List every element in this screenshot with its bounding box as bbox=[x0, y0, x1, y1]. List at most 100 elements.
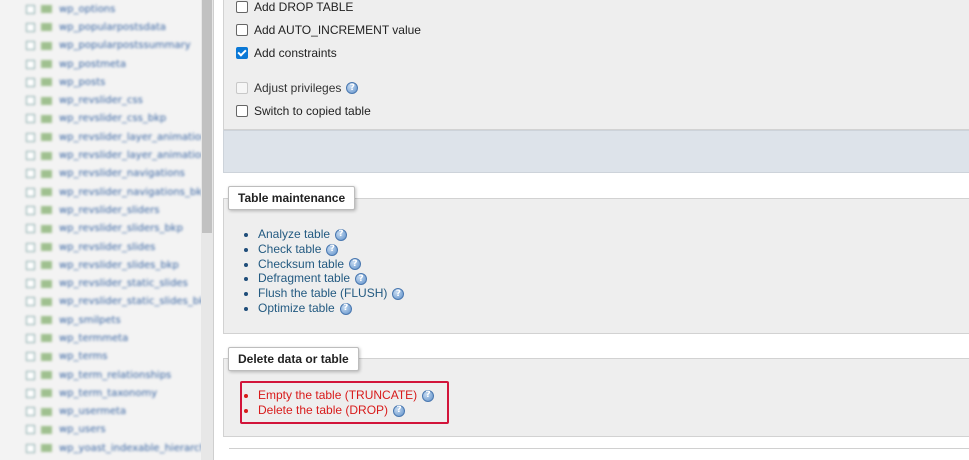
add-constraints-checkbox[interactable] bbox=[236, 47, 248, 59]
expand-toggle-icon[interactable] bbox=[26, 96, 35, 106]
expand-toggle-icon[interactable] bbox=[26, 4, 35, 14]
add-drop-table-checkbox[interactable] bbox=[236, 1, 248, 13]
sidebar-table-item[interactable]: wp_options bbox=[26, 0, 202, 18]
sidebar-table-item[interactable]: wp_revslider_css bbox=[26, 91, 202, 109]
expand-toggle-icon[interactable] bbox=[26, 388, 35, 398]
action-link[interactable]: Analyze table bbox=[258, 227, 330, 241]
sidebar-table-item[interactable]: wp_usermeta bbox=[26, 403, 202, 421]
expand-toggle-icon[interactable] bbox=[26, 169, 35, 179]
expand-toggle-icon[interactable] bbox=[26, 407, 35, 417]
sidebar-table-label[interactable]: wp_revslider_navigations bbox=[59, 168, 185, 179]
sidebar-table-label[interactable]: wp_revslider_navigations_bkp bbox=[59, 187, 208, 198]
expand-toggle-icon[interactable] bbox=[26, 352, 35, 362]
expand-toggle-icon[interactable] bbox=[26, 242, 35, 252]
expand-toggle-icon[interactable] bbox=[26, 187, 35, 197]
action-link[interactable]: Defragment table bbox=[258, 271, 350, 285]
sidebar-table-label[interactable]: wp_postmeta bbox=[59, 59, 126, 70]
question-circle-icon[interactable]: ? bbox=[349, 258, 362, 271]
sidebar-table-label[interactable]: wp_terms bbox=[59, 351, 108, 362]
action-link[interactable]: Checksum table bbox=[258, 257, 344, 271]
action-list-item: Defragment table? bbox=[258, 271, 404, 286]
expand-toggle-icon[interactable] bbox=[26, 59, 35, 69]
sidebar-table-item[interactable]: wp_revslider_layer_animations bbox=[26, 128, 212, 146]
question-circle-icon[interactable]: ? bbox=[339, 302, 352, 315]
sidebar-table-item[interactable]: wp_posts bbox=[26, 73, 202, 91]
sidebar-scrollbar-thumb[interactable] bbox=[202, 0, 212, 233]
sidebar-table-item[interactable]: wp_termmeta bbox=[26, 329, 202, 347]
expand-toggle-icon[interactable] bbox=[26, 333, 35, 343]
sidebar-table-item[interactable]: wp_term_taxonomy bbox=[26, 384, 202, 402]
sidebar-table-label[interactable]: wp_users bbox=[59, 424, 106, 435]
action-link[interactable]: Flush the table (FLUSH) bbox=[258, 286, 387, 300]
sidebar-table-item[interactable]: wp_yoast_indexable_hierarchy bbox=[26, 439, 212, 457]
sidebar-table-item[interactable]: wp_revslider_sliders_bkp bbox=[26, 220, 202, 238]
sidebar-table-item[interactable]: wp_revslider_layer_animations_bkp bbox=[26, 146, 213, 164]
add-constraints-option[interactable]: Add constraints bbox=[236, 46, 337, 60]
table-icon bbox=[41, 114, 52, 123]
sidebar-table-item[interactable]: wp_terms bbox=[26, 348, 202, 366]
sidebar-table-label[interactable]: wp_term_relationships bbox=[59, 370, 171, 381]
sidebar-table-label[interactable]: wp_popularpostsdata bbox=[59, 22, 166, 33]
sidebar-table-label[interactable]: wp_revslider_css_bkp bbox=[59, 113, 166, 124]
sidebar-table-label[interactable]: wp_posts bbox=[59, 77, 105, 88]
sidebar-table-item[interactable]: wp_smilpets bbox=[26, 311, 202, 329]
expand-toggle-icon[interactable] bbox=[26, 370, 35, 380]
expand-toggle-icon[interactable] bbox=[26, 205, 35, 215]
switch-to-copied-checkbox[interactable] bbox=[236, 105, 248, 117]
sidebar-table-label[interactable]: wp_popularpostssummary bbox=[59, 40, 191, 51]
sidebar-table-item[interactable]: wp_revslider_sliders bbox=[26, 201, 202, 219]
sidebar-table-item[interactable]: wp_revslider_static_slides_bkp bbox=[26, 293, 211, 311]
question-circle-icon[interactable]: ? bbox=[346, 82, 359, 94]
sidebar-table-item[interactable]: wp_popularpostssummary bbox=[26, 37, 202, 55]
delete-data-legend: Delete data or table bbox=[228, 347, 359, 371]
action-link[interactable]: Check table bbox=[258, 242, 321, 256]
expand-toggle-icon[interactable] bbox=[26, 425, 35, 435]
sidebar-table-label[interactable]: wp_revslider_static_slides bbox=[59, 278, 188, 289]
sidebar-table-label[interactable]: wp_revslider_slides_bkp bbox=[59, 260, 179, 271]
sidebar-table-label[interactable]: wp_revslider_static_slides_bkp bbox=[59, 296, 211, 307]
sidebar-table-label[interactable]: wp_term_taxonomy bbox=[59, 388, 157, 399]
expand-toggle-icon[interactable] bbox=[26, 114, 35, 124]
expand-toggle-icon[interactable] bbox=[26, 151, 35, 161]
expand-toggle-icon[interactable] bbox=[26, 224, 35, 234]
sidebar-table-item[interactable]: wp_revslider_slides_bkp bbox=[26, 256, 202, 274]
sidebar-table-label[interactable]: wp_revslider_layer_animations bbox=[59, 132, 212, 143]
sidebar-table-item[interactable]: wp_popularpostsdata bbox=[26, 18, 202, 36]
expand-toggle-icon[interactable] bbox=[26, 77, 35, 87]
add-auto-increment-option[interactable]: Add AUTO_INCREMENT value bbox=[236, 23, 421, 37]
sidebar-table-item[interactable]: wp_revslider_slides bbox=[26, 238, 202, 256]
sidebar-table-item[interactable]: wp_revslider_static_slides bbox=[26, 274, 202, 292]
add-drop-table-option[interactable]: Add DROP TABLE bbox=[236, 0, 353, 14]
sidebar-table-label[interactable]: wp_termmeta bbox=[59, 333, 128, 344]
question-circle-icon[interactable]: ? bbox=[392, 288, 405, 301]
expand-toggle-icon[interactable] bbox=[26, 279, 35, 289]
question-circle-icon[interactable]: ? bbox=[335, 228, 348, 241]
question-circle-icon[interactable]: ? bbox=[355, 273, 368, 286]
sidebar-table-item[interactable]: wp_revslider_navigations_bkp bbox=[26, 183, 208, 201]
sidebar-table-item[interactable]: wp_revslider_css_bkp bbox=[26, 110, 202, 128]
sidebar-table-item[interactable]: wp_revslider_navigations bbox=[26, 165, 202, 183]
expand-toggle-icon[interactable] bbox=[26, 22, 35, 32]
add-auto-increment-checkbox[interactable] bbox=[236, 24, 248, 36]
sidebar-table-label[interactable]: wp_usermeta bbox=[59, 406, 126, 417]
sidebar-table-label[interactable]: wp_smilpets bbox=[59, 315, 121, 326]
expand-toggle-icon[interactable] bbox=[26, 41, 35, 51]
sidebar-table-item[interactable]: wp_postmeta bbox=[26, 55, 202, 73]
sidebar-table-item[interactable]: wp_users bbox=[26, 421, 202, 439]
expand-toggle-icon[interactable] bbox=[26, 297, 35, 307]
sidebar-table-label[interactable]: wp_yoast_indexable_hierarchy bbox=[59, 443, 212, 454]
sidebar-table-label[interactable]: wp_revslider_layer_animations_bkp bbox=[59, 150, 213, 161]
sidebar-table-label[interactable]: wp_revslider_sliders_bkp bbox=[59, 223, 183, 234]
expand-toggle-icon[interactable] bbox=[26, 315, 35, 325]
switch-to-copied-option[interactable]: Switch to copied table bbox=[236, 104, 371, 118]
expand-toggle-icon[interactable] bbox=[26, 132, 35, 142]
expand-toggle-icon[interactable] bbox=[26, 260, 35, 270]
question-circle-icon[interactable]: ? bbox=[326, 243, 339, 256]
sidebar-table-item[interactable]: wp_term_relationships bbox=[26, 366, 202, 384]
action-link[interactable]: Optimize table bbox=[258, 301, 335, 315]
expand-toggle-icon[interactable] bbox=[26, 443, 35, 453]
sidebar-table-label[interactable]: wp_options bbox=[59, 4, 115, 15]
sidebar-table-label[interactable]: wp_revslider_slides bbox=[59, 242, 155, 253]
sidebar-table-label[interactable]: wp_revslider_sliders bbox=[59, 205, 159, 216]
sidebar-table-label[interactable]: wp_revslider_css bbox=[59, 95, 143, 106]
